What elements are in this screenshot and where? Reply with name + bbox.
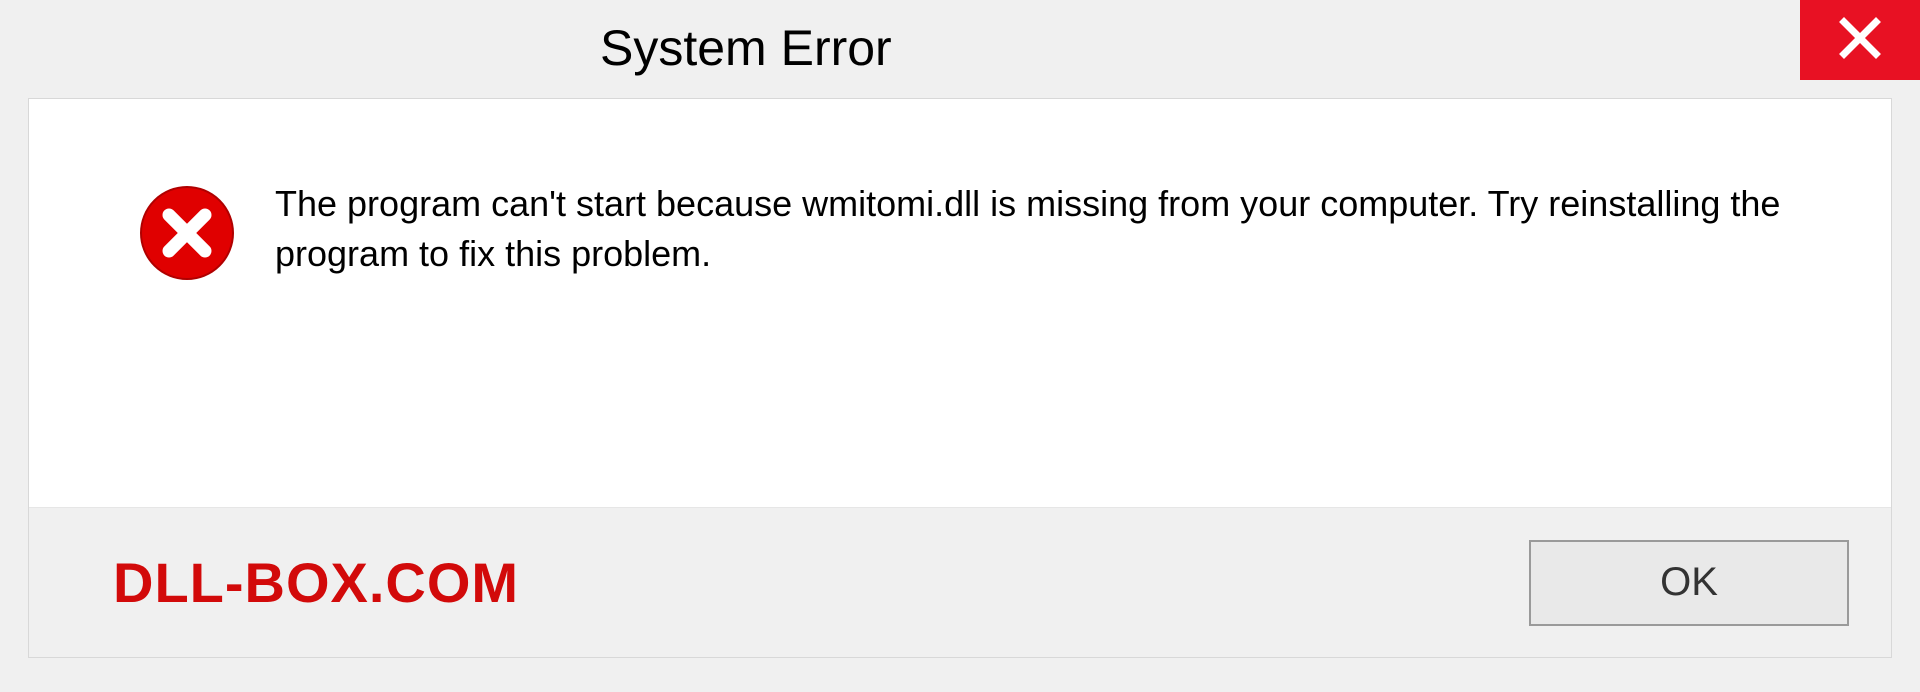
error-icon (139, 185, 235, 281)
close-button[interactable] (1800, 0, 1920, 80)
error-message: The program can't start because wmitomi.… (275, 177, 1831, 280)
ok-button-label: OK (1660, 560, 1718, 605)
close-icon (1838, 16, 1882, 65)
titlebar: System Error (0, 0, 1920, 96)
watermark-text: DLL-BOX.COM (113, 550, 519, 615)
ok-button[interactable]: OK (1529, 540, 1849, 626)
message-row: The program can't start because wmitomi.… (29, 99, 1891, 507)
dialog-footer: DLL-BOX.COM OK (29, 507, 1891, 657)
dialog-body: The program can't start because wmitomi.… (28, 98, 1892, 658)
window-title: System Error (600, 19, 892, 77)
